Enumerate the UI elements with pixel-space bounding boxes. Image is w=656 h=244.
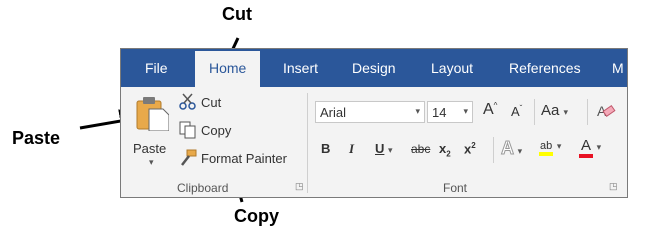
shrink-font-label: A: [511, 104, 520, 119]
cut-label: Cut: [201, 95, 222, 110]
shrink-font-button[interactable]: Aˇ: [511, 104, 522, 119]
caret-down-icon: ˇ: [519, 104, 523, 113]
cut-button[interactable]: Cut: [179, 93, 239, 113]
paintbrush-icon: [181, 149, 197, 166]
tab-more[interactable]: M: [612, 49, 624, 87]
clear-formatting-icon[interactable]: A: [596, 102, 616, 122]
ribbon-tab-bar: File Home Insert Design Layout Reference…: [121, 49, 627, 87]
format-painter-label: Format Painter: [201, 151, 287, 166]
superscript-button[interactable]: x2: [464, 141, 476, 156]
font-name-combobox[interactable]: Arial ▾: [315, 101, 425, 123]
font-size-value: 14: [432, 105, 447, 120]
change-case-dropdown-icon: ▾: [563, 107, 569, 117]
paste-button[interactable]: Paste ▾: [127, 91, 173, 169]
tab-layout[interactable]: Layout: [431, 49, 473, 87]
scissors-icon: [179, 93, 196, 110]
format-painter-button[interactable]: Format Painter: [179, 149, 303, 169]
clipboard-paste-icon: [136, 97, 169, 131]
tab-insert[interactable]: Insert: [283, 49, 318, 87]
font-divider: [534, 99, 535, 125]
highlight-label: ab: [539, 140, 554, 156]
font-dialog-launcher-icon[interactable]: ◳: [609, 181, 618, 192]
ribbon: File Home Insert Design Layout Reference…: [120, 48, 628, 198]
paste-label: Paste: [133, 141, 167, 156]
font-size-combobox[interactable]: 14 ▾: [427, 101, 473, 123]
change-case-button[interactable]: Aa ▾: [541, 102, 568, 119]
caret-up-icon: ^: [493, 101, 498, 110]
copy-label: Copy: [201, 123, 232, 138]
grow-font-label: A: [483, 101, 494, 118]
group-divider: [307, 93, 308, 193]
tab-home[interactable]: Home: [195, 51, 261, 87]
subscript-digit-icon: 2: [446, 149, 451, 159]
home-ribbon-panel: Paste ▾ Cut Copy Format Painter Clipboar…: [121, 87, 627, 197]
underline-dropdown-icon: ▾: [388, 145, 393, 155]
text-effects-dropdown-icon: ▾: [517, 146, 523, 156]
tab-references[interactable]: References: [509, 49, 581, 87]
font-name-dropdown-icon[interactable]: ▾: [415, 106, 420, 117]
subscript-button[interactable]: x2: [439, 141, 451, 159]
font-divider-2: [587, 99, 588, 125]
font-color-button[interactable]: A ▾: [579, 137, 602, 158]
font-color-label: A: [579, 137, 594, 158]
font-divider-3: [493, 137, 494, 163]
font-size-dropdown-icon[interactable]: ▾: [463, 106, 468, 117]
copy-icon: [179, 121, 196, 139]
superscript-digit-icon: 2: [471, 141, 476, 150]
highlight-button[interactable]: ab ▾: [539, 137, 562, 156]
font-color-dropdown-icon: ▾: [596, 142, 602, 152]
tab-design[interactable]: Design: [352, 49, 396, 87]
clipboard-group-label: Clipboard: [177, 181, 229, 195]
change-case-label: Aa: [541, 102, 560, 119]
underline-button[interactable]: U ▾: [375, 141, 393, 156]
font-group-label: Font: [443, 181, 468, 195]
strikethrough-button[interactable]: abc: [411, 142, 430, 156]
bold-button[interactable]: B: [321, 141, 330, 156]
italic-button[interactable]: I: [349, 141, 354, 157]
paste-dropdown-arrow[interactable]: ▾: [149, 157, 154, 168]
text-effects-label: A: [501, 138, 515, 159]
text-effects-button[interactable]: A ▾: [501, 138, 523, 159]
grow-font-button[interactable]: A^: [483, 101, 497, 119]
copy-button[interactable]: Copy: [179, 121, 249, 141]
underline-label: U: [375, 141, 385, 156]
tab-file[interactable]: File: [145, 49, 168, 87]
font-name-value: Arial: [320, 105, 347, 120]
highlight-dropdown-icon: ▾: [556, 141, 562, 151]
clipboard-dialog-launcher-icon[interactable]: ◳: [295, 181, 304, 192]
